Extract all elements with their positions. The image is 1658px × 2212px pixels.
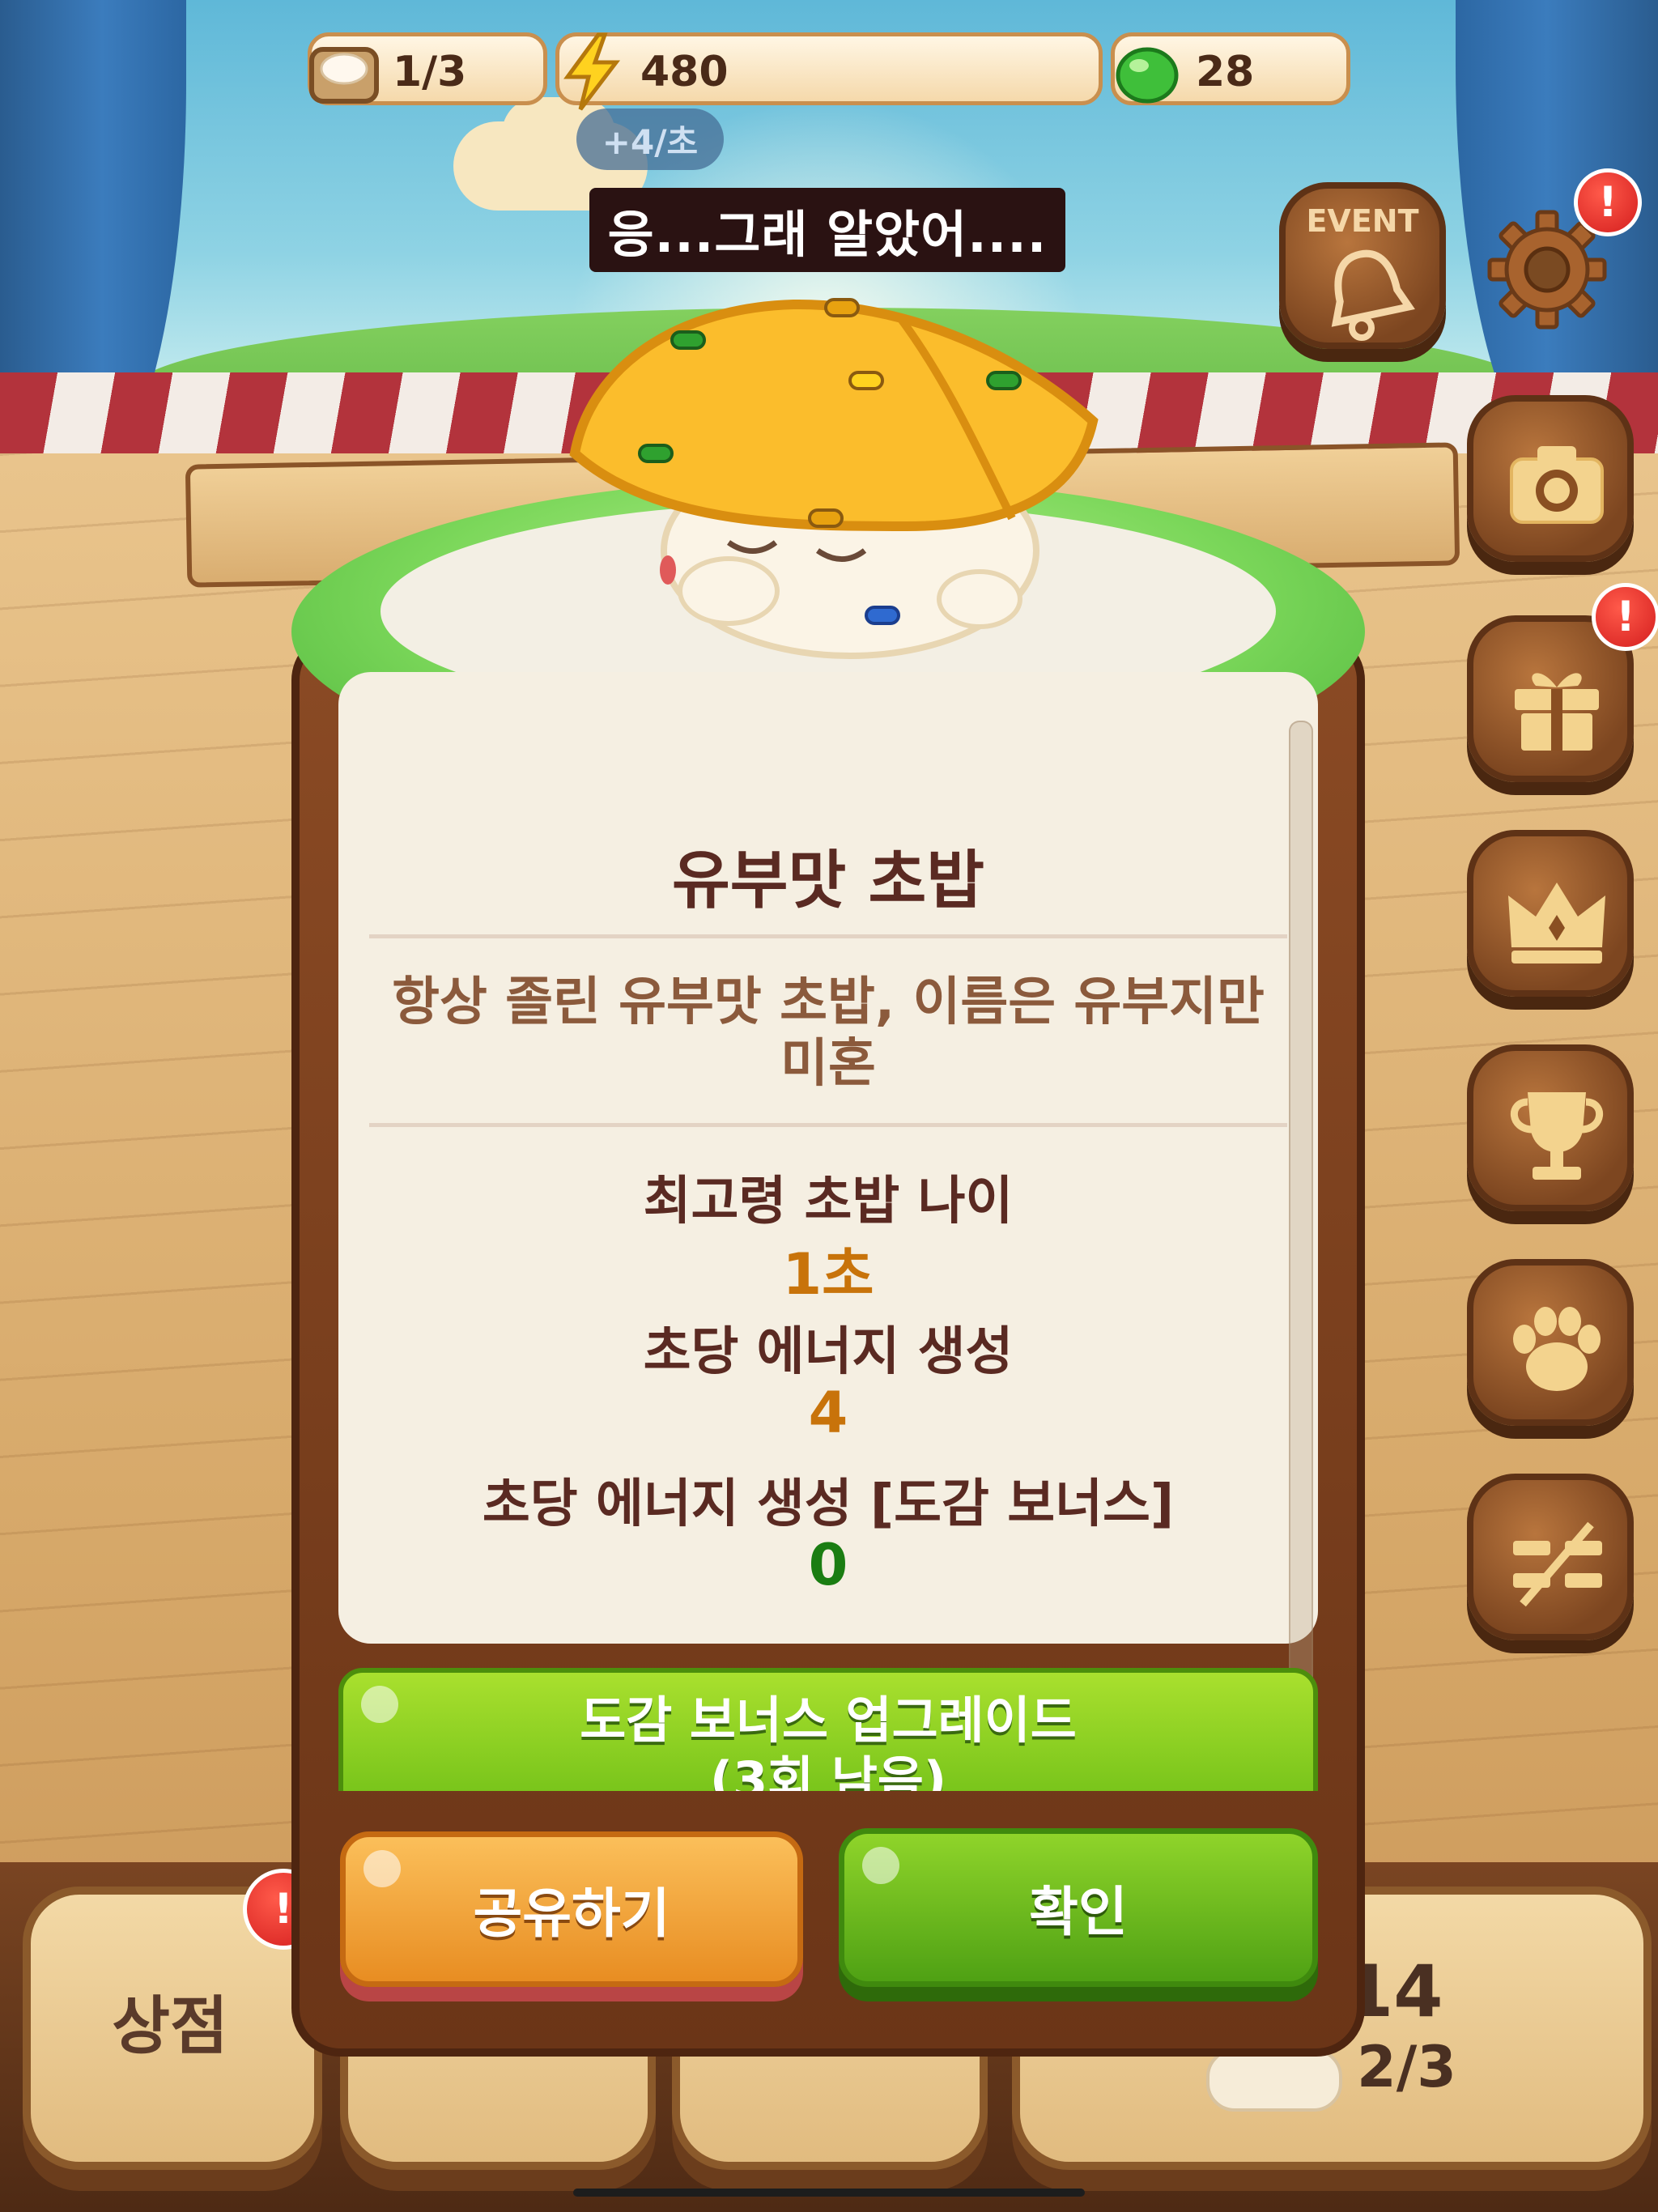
share-button[interactable]: 공유하기 [340, 1831, 803, 1987]
sushi-name: 유부맛 초밥 [672, 844, 984, 917]
speech-bubble: 응...그래 알았어.... [589, 188, 1065, 272]
stat-value-energy: 4 [808, 1380, 848, 1446]
collection-bonus-upgrade-button[interactable]: 도감 보너스 업그레이드 (3회 남음) [338, 1668, 1318, 1791]
gem-value: 28 [1196, 48, 1255, 96]
upgrade-label: 도감 보너스 업그레이드 [580, 1691, 1077, 1750]
crown-icon [1508, 883, 1605, 963]
lightning-icon [551, 32, 632, 116]
sushi-capacity: 2/3 [1357, 2034, 1456, 2100]
alert-mark: ! [1598, 178, 1618, 227]
bell-icon [1331, 249, 1415, 341]
storage-counter[interactable]: 1/3 [308, 32, 547, 105]
stat-label-energy: 초당 에너지 생성 [643, 1322, 1014, 1382]
event-label: EVENT [1306, 203, 1419, 239]
sushi-description: 항상 졸린 유부맛 초밥, 이름은 유부지만 미혼 [380, 972, 1276, 1095]
green-gem-icon [1107, 32, 1188, 116]
stat-value-age: 1초 [782, 1241, 874, 1308]
upgrade-button-viewport: 도감 보너스 업그레이드 (3회 남음) [338, 1668, 1318, 1791]
alert-mark: ! [1616, 593, 1635, 641]
gem-counter[interactable]: 28 [1111, 32, 1350, 105]
shop-label: 상점 [112, 1990, 228, 2063]
sushi-mini-icon [1206, 2048, 1342, 2112]
home-indicator[interactable] [573, 2189, 1085, 2197]
description-line: 미혼 [780, 1034, 876, 1094]
gift-icon [1515, 673, 1599, 751]
gift-alert-badge: ! [1592, 583, 1658, 651]
settings-alert-badge: ! [1574, 168, 1642, 236]
divider [369, 934, 1287, 938]
paw-pet-button[interactable] [1467, 1259, 1634, 1426]
stat-label-bonus: 초당 에너지 생성 [도감 보너스] [482, 1474, 1175, 1534]
crown-ranking-button[interactable] [1467, 830, 1634, 997]
coupon-button[interactable] [1467, 1474, 1634, 1640]
upgrade-remaining: (3회 남음) [709, 1750, 947, 1791]
tofu-sushi-character [559, 283, 1109, 672]
paw-icon [1513, 1307, 1601, 1391]
stat-label-age: 최고령 초밥 나이 [643, 1172, 1014, 1231]
storage-value: 1/3 [393, 48, 467, 96]
confirm-button[interactable]: 확인 [839, 1828, 1318, 1987]
energy-rate-badge: +4/초 [576, 108, 724, 170]
stat-value-bonus: 0 [808, 1532, 848, 1598]
button-gloss [361, 1686, 398, 1723]
button-gloss [862, 1847, 899, 1884]
energy-counter[interactable]: 480 [555, 32, 1103, 111]
trophy-icon [1511, 1092, 1603, 1180]
game-scene: 상점 ! 14 2/3 1/3 480 28 +4/초 응...그래 알았어..… [0, 0, 1658, 2212]
description-line: 항상 졸린 유부맛 초밥, 이름은 유부지만 [392, 972, 1265, 1032]
button-gloss [363, 1850, 401, 1887]
energy-value: 480 [640, 48, 729, 96]
divider [369, 1123, 1287, 1127]
sushi-box-icon [304, 32, 385, 116]
camera-button[interactable] [1467, 395, 1634, 562]
event-button[interactable]: EVENT [1279, 182, 1446, 349]
confirm-label: 확인 [1029, 1881, 1128, 1943]
coupon-icon [1513, 1521, 1602, 1607]
alert-mark: ! [274, 1885, 293, 1933]
share-label: 공유하기 [473, 1882, 670, 1945]
camera-icon [1510, 446, 1604, 524]
trophy-button[interactable] [1467, 1044, 1634, 1211]
